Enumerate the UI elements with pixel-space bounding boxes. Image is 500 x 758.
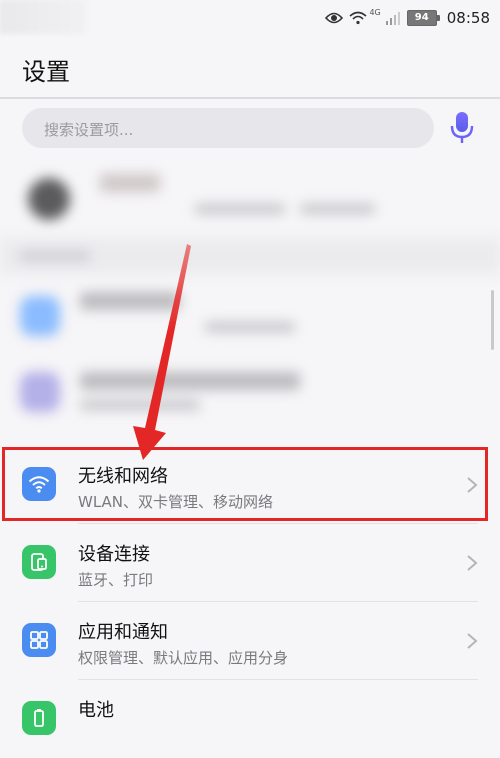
wifi-icon — [22, 467, 56, 501]
signal-icon — [385, 12, 400, 25]
item-title: 无线和网络 — [78, 466, 168, 487]
chevron-right-icon — [467, 477, 478, 493]
wifi-status-icon — [349, 11, 367, 25]
blurred-account-sub — [195, 204, 285, 214]
battery-icon — [22, 701, 56, 735]
blurred-app-icon-2 — [20, 372, 60, 412]
blurred-item-title-2 — [80, 372, 300, 390]
item-subtitle: WLAN、双卡管理、移动网络 — [78, 493, 274, 511]
device-link-icon — [22, 545, 56, 579]
blurred-item-sub-2 — [80, 400, 200, 410]
apps-grid-icon — [22, 623, 56, 657]
search-input[interactable]: 搜索设置项... — [22, 108, 434, 148]
blurred-band-text — [20, 250, 90, 262]
battery-indicator: 94 — [406, 10, 440, 26]
item-title: 应用和通知 — [78, 622, 168, 643]
chevron-right-icon — [467, 633, 478, 649]
status-notifications-blurred — [0, 0, 86, 34]
settings-item-apps-notifications[interactable]: 应用和通知 权限管理、默认应用、应用分身 — [0, 602, 500, 680]
scrollbar[interactable] — [491, 290, 494, 350]
search-placeholder: 搜索设置项... — [44, 121, 134, 139]
header-divider — [0, 97, 500, 99]
status-indicators: 4G 94 08:58 — [325, 7, 490, 29]
microphone-icon[interactable] — [448, 109, 476, 145]
settings-item-device-connection[interactable]: 设备连接 蓝牙、打印 — [0, 524, 500, 602]
settings-item-wireless-network[interactable]: 无线和网络 WLAN、双卡管理、移动网络 — [0, 446, 500, 524]
settings-item-battery[interactable]: 电池 — [0, 680, 500, 758]
page-title: 设置 — [22, 58, 70, 86]
item-title: 设备连接 — [78, 544, 150, 565]
eye-comfort-icon — [325, 12, 344, 24]
battery-level: 94 — [414, 12, 429, 23]
blurred-avatar — [28, 178, 70, 220]
item-subtitle: 蓝牙、打印 — [78, 571, 154, 589]
blurred-account-name — [100, 174, 160, 192]
blurred-account-sub2 — [300, 204, 375, 214]
blurred-app-icon-1 — [20, 296, 60, 336]
blurred-content-area — [0, 160, 500, 445]
blurred-item-sub-1 — [205, 322, 295, 332]
status-clock: 08:58 — [446, 9, 490, 27]
status-bar: 4G 94 08:58 — [0, 0, 500, 36]
settings-list: 无线和网络 WLAN、双卡管理、移动网络 设备连接 蓝牙、打印 应用和通知 权限… — [0, 446, 500, 758]
blurred-item-title-1 — [80, 292, 180, 310]
item-title: 电池 — [78, 700, 114, 721]
item-subtitle: 权限管理、默认应用、应用分身 — [78, 649, 289, 667]
network-type-label: 4G — [369, 7, 381, 17]
chevron-right-icon — [467, 555, 478, 571]
